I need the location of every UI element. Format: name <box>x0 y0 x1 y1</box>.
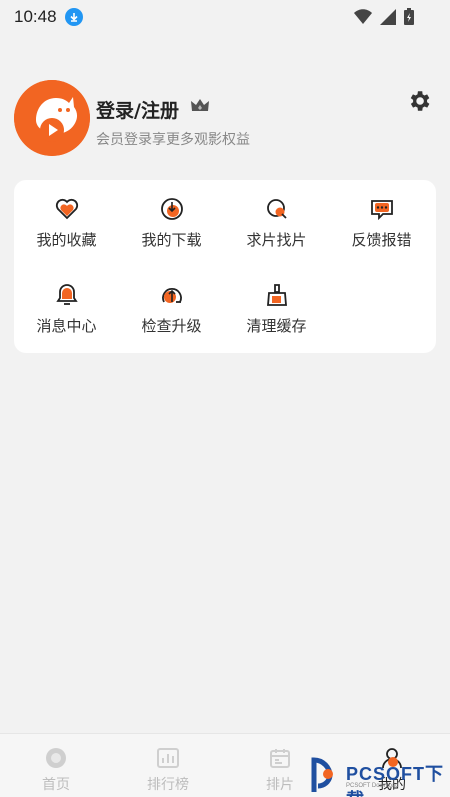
avatar[interactable] <box>14 80 90 156</box>
bell-icon <box>55 284 78 305</box>
grid-item-request-film[interactable]: 求片找片 <box>224 180 329 250</box>
login-register-link[interactable]: 登录/注册 <box>96 96 179 123</box>
tab-label: 首页 <box>42 777 70 793</box>
status-time: 10:48 <box>14 7 57 26</box>
grid-label: 清理缓存 <box>246 317 307 335</box>
grid-item-feedback[interactable]: 反馈报错 <box>329 180 434 250</box>
tab-ranking[interactable]: 排行榜 <box>112 734 224 797</box>
status-bar: 10:48 <box>0 0 450 34</box>
ranking-icon <box>157 748 179 768</box>
grid-item-favorites[interactable]: 我的收藏 <box>14 180 119 250</box>
grid-label: 求片找片 <box>246 231 307 249</box>
tab-home[interactable]: 首页 <box>0 734 112 797</box>
profile-header: 登录/注册 会员登录享更多观影权益 <box>14 80 436 156</box>
cat-logo-icon <box>14 80 90 156</box>
pcsoft-watermark: PCSOFT下载 PCSOFT Download <box>310 752 450 797</box>
pcsoft-logo-icon <box>311 757 333 792</box>
calendar-icon <box>270 749 290 768</box>
search-film-icon <box>266 199 287 219</box>
crown-icon <box>191 99 209 111</box>
grid-label: 反馈报错 <box>351 231 412 249</box>
battery-icon <box>404 8 414 25</box>
heart-icon <box>55 198 78 220</box>
upgrade-icon <box>161 288 182 303</box>
grid-item-messages[interactable]: 消息中心 <box>14 266 119 336</box>
login-subtitle: 会员登录享更多观影权益 <box>96 132 250 148</box>
grid-label: 我的收藏 <box>36 231 97 249</box>
signal-icon <box>380 8 396 25</box>
home-icon <box>46 748 66 768</box>
status-icons <box>354 8 414 25</box>
function-grid: 我的收藏 我的下载 求片找片 反馈报错 消息中心 检查升级 清理缓存 <box>14 180 436 353</box>
broom-icon <box>266 284 287 306</box>
tab-label: 排片 <box>266 777 294 793</box>
grid-label: 检查升级 <box>141 317 202 335</box>
gear-icon[interactable] <box>406 88 432 114</box>
grid-item-clear-cache[interactable]: 清理缓存 <box>224 266 329 336</box>
grid-label: 消息中心 <box>36 317 97 335</box>
tab-label: 排行榜 <box>147 777 189 793</box>
download-notification-icon <box>64 8 83 26</box>
wifi-icon <box>354 8 372 24</box>
watermark-brand: PCSOFT下载 <box>346 764 445 797</box>
grid-label: 我的下载 <box>141 231 202 249</box>
grid-item-upgrade[interactable]: 检查升级 <box>119 266 224 336</box>
watermark-sub: PCSOFT Download <box>346 783 399 789</box>
download-icon <box>160 198 183 220</box>
grid-item-downloads[interactable]: 我的下载 <box>119 180 224 250</box>
feedback-icon <box>370 200 393 221</box>
